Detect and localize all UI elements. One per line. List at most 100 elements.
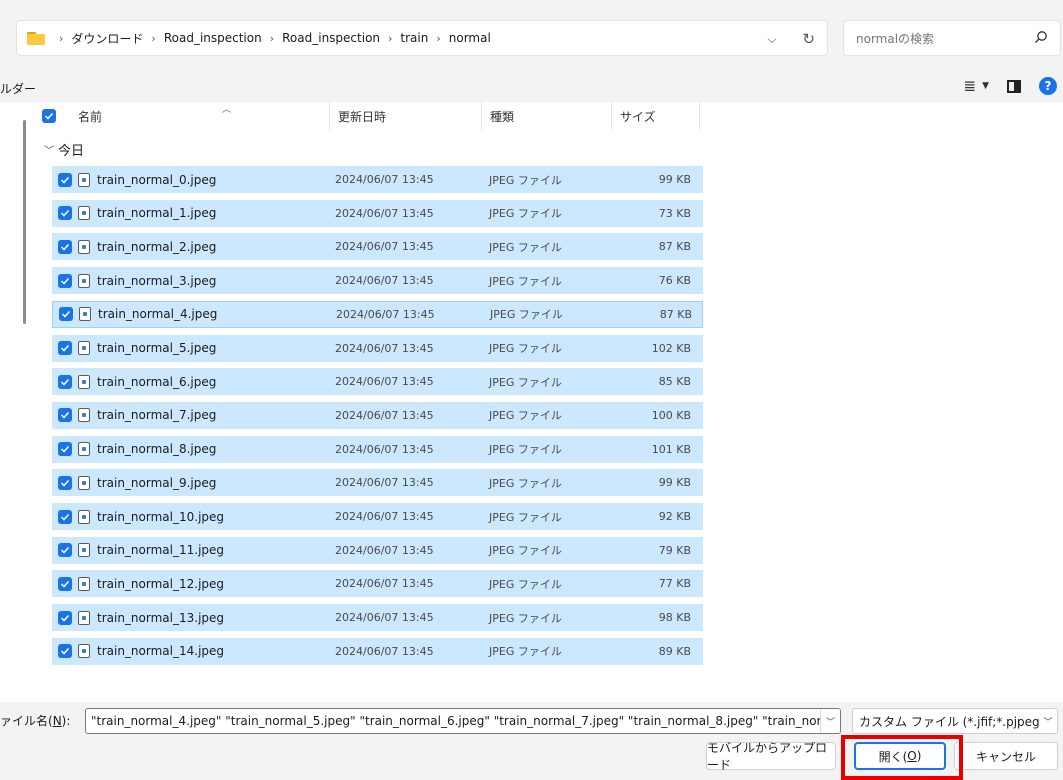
file-row[interactable]: train_normal_6.jpeg 2024/06/07 13:45 JPEG … [52,368,703,396]
row-checkbox[interactable] [58,273,72,288]
image-file-icon [78,610,90,625]
row-checkbox[interactable] [58,172,72,187]
file-row[interactable]: train_normal_12.jpeg 2024/06/07 13:45 JPEG… [52,570,703,598]
new-folder-label[interactable]: ルダー [0,80,36,97]
file-date: 2024/06/07 13:45 [335,611,434,625]
file-date: 2024/06/07 13:45 [335,408,434,422]
breadcrumb-item-train[interactable]: train [400,31,428,45]
image-file-icon [78,341,90,355]
file-row[interactable]: train_normal_2.jpeg 2024/06/07 13:45 JPEG … [52,233,703,261]
file-date: 2024/06/07 13:45 [335,240,434,254]
file-row[interactable]: train_normal_9.jpeg 2024/06/07 13:45 JPEG … [52,469,703,497]
image-file-icon [78,206,90,221]
row-checkbox[interactable] [58,644,72,659]
file-size: 79 KB [658,543,691,557]
chevron-down-icon[interactable]: ⌵ [767,32,776,47]
preview-pane-icon[interactable] [1007,79,1021,93]
image-file-icon [78,442,90,457]
file-row[interactable]: train_normal_13.jpeg 2024/06/07 13:45 JPEG… [52,604,703,632]
row-checkbox[interactable] [58,442,72,457]
row-checkbox[interactable] [58,509,72,524]
file-type-filter[interactable]: カスタム ファイル (*.jfif;*.pjpeg;*.jp ﹀ [852,708,1058,734]
file-row[interactable]: train_normal_0.jpeg 2024/06/07 13:45 JPEG … [52,166,703,193]
row-checkbox[interactable] [58,576,72,591]
image-file-icon [78,172,90,187]
file-size: 102 KB [651,341,691,355]
file-name: train_normal_8.jpeg [97,442,217,457]
nav-scrollbar[interactable] [23,120,26,324]
refresh-icon[interactable]: ↻ [802,30,815,48]
image-file-icon [79,307,91,322]
chevron-down-icon[interactable]: ▼ [982,81,989,91]
column-size-label: サイズ [620,109,656,124]
cancel-button[interactable]: キャンセル [954,742,1058,770]
group-header-today[interactable]: ﹀ 今日 [44,140,84,159]
file-name: train_normal_3.jpeg [97,273,217,288]
chevron-down-icon[interactable]: ﹀ [44,142,54,157]
file-type: JPEG ファイル [489,611,562,625]
file-row[interactable]: train_normal_10.jpeg 2024/06/07 13:45 JPEG… [52,503,703,530]
file-row[interactable]: train_normal_8.jpeg 2024/06/07 13:45 JPEG … [52,435,703,463]
file-name: train_normal_13.jpeg [97,610,225,625]
image-file-icon [78,475,90,490]
file-row[interactable]: train_normal_1.jpeg 2024/06/07 13:45 JPEG … [52,199,703,227]
file-size: 87 KB [659,307,692,321]
row-checkbox[interactable] [58,475,72,490]
search-icon[interactable] [1034,30,1048,44]
row-checkbox[interactable] [58,206,72,221]
file-type-filter-value: カスタム ファイル (*.jfif;*.pjpeg;*.jp [859,714,1058,729]
file-date: 2024/06/07 13:45 [335,274,434,288]
file-size: 92 KB [658,510,691,523]
chevron-down-icon[interactable]: ﹀ [820,709,840,733]
file-size: 98 KB [658,611,691,625]
image-file-icon [78,273,90,288]
breadcrumb-item-road-inspection[interactable]: Road_inspection [164,31,262,45]
breadcrumb-item-normal[interactable]: normal [449,31,491,45]
help-icon[interactable]: ? [1039,77,1057,95]
row-checkbox[interactable] [58,374,72,389]
file-size: 101 KB [651,442,691,456]
filename-value: "train_normal_4.jpeg" "train_normal_5.jp… [91,714,841,728]
view-options-icon[interactable]: ≣ [964,77,977,95]
file-type: JPEG ファイル [489,443,562,457]
breadcrumb-item-road-inspection-2[interactable]: Road_inspection [282,31,380,45]
file-type: JPEG ファイル [489,510,562,524]
row-checkbox[interactable] [58,408,72,423]
search-input[interactable]: normalの検索 [843,20,1061,56]
column-type[interactable]: 種類 [482,102,612,130]
file-size: 89 KB [658,644,691,658]
file-row[interactable]: train_normal_3.jpeg 2024/06/07 13:45 JPEG … [52,267,703,295]
row-checkbox[interactable] [58,610,72,625]
column-date-label: 更新日時 [338,109,387,124]
filename-input[interactable]: "train_normal_4.jpeg" "train_normal_5.jp… [85,708,841,734]
column-date[interactable]: 更新日時 [330,102,482,130]
row-checkbox[interactable] [58,239,72,254]
file-size: 87 KB [658,240,691,254]
select-all-checkbox[interactable] [42,109,56,123]
row-checkbox[interactable] [58,341,72,355]
image-file-icon [78,509,90,524]
upload-from-mobile-button[interactable]: モバイルからアップロード [706,741,836,772]
chevron-down-icon[interactable]: ﹀ [1039,709,1057,733]
column-size[interactable]: サイズ [612,102,700,130]
file-row[interactable]: train_normal_7.jpeg 2024/06/07 13:45 JPEG … [52,401,703,429]
breadcrumb-separator: › [436,31,441,45]
folder-icon [27,31,45,45]
file-type: JPEG ファイル [489,645,562,659]
breadcrumb-item-downloads[interactable]: ダウンロード [71,30,143,47]
file-row[interactable]: train_normal_4.jpeg 2024/06/07 13:45 JPEG … [52,300,703,328]
file-type: JPEG ファイル [489,173,562,187]
file-type: JPEG ファイル [490,308,563,322]
file-type: JPEG ファイル [489,375,562,389]
file-row[interactable]: train_normal_11.jpeg 2024/06/07 13:45 JPEG… [52,536,703,564]
row-checkbox[interactable] [59,307,73,322]
file-date: 2024/06/07 13:45 [335,577,434,591]
file-type: JPEG ファイル [489,577,562,591]
file-row[interactable]: train_normal_14.jpeg 2024/06/07 13:45 JPEG… [52,637,703,665]
column-name[interactable]: 名前 ︿ [36,102,330,130]
file-row[interactable]: train_normal_5.jpeg 2024/06/07 13:45 JPEG … [52,334,703,362]
file-name: train_normal_11.jpeg [97,543,225,558]
group-label: 今日 [58,144,85,159]
address-bar[interactable]: › ダウンロード › Road_inspection › Road_inspec… [16,20,828,56]
row-checkbox[interactable] [58,543,72,558]
